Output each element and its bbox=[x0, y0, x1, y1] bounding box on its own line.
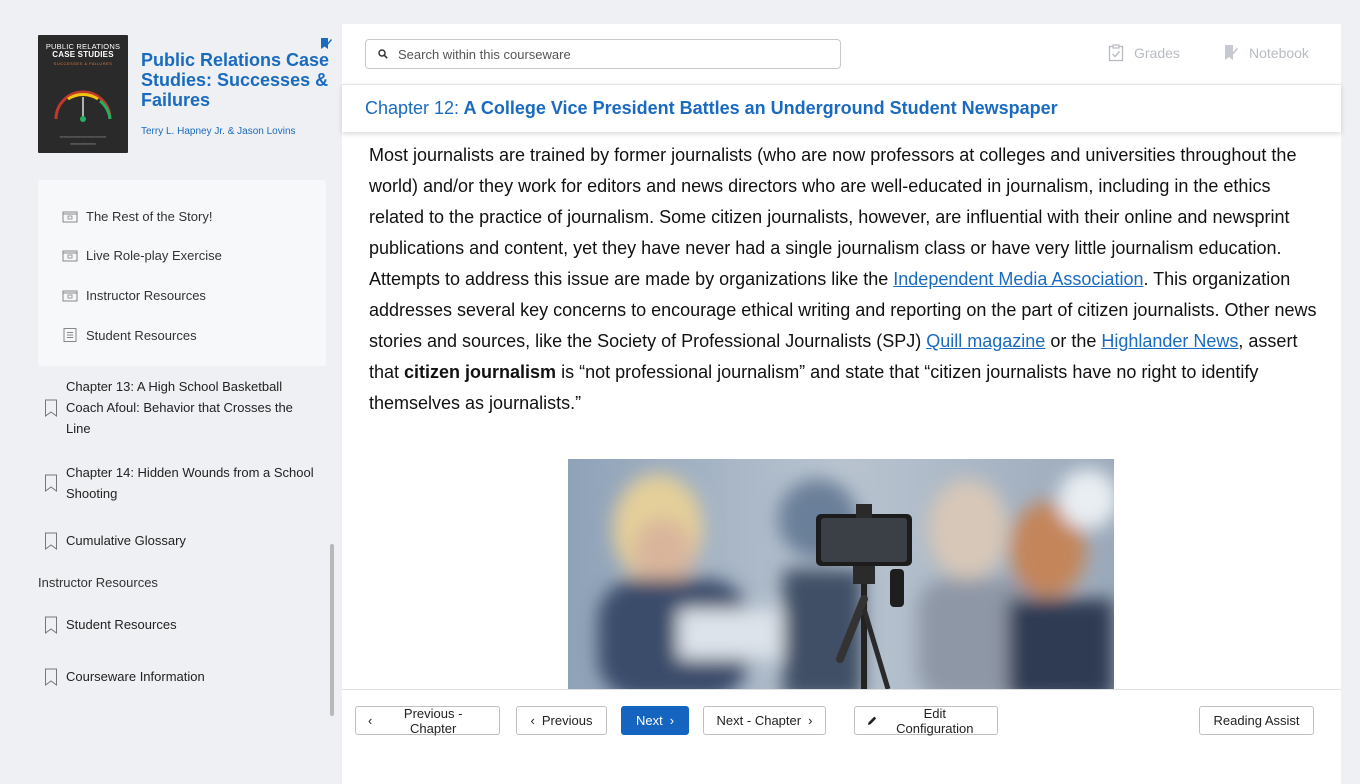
notebook-icon bbox=[1225, 45, 1238, 60]
sub-item-instructor-resources[interactable]: Instructor Resources bbox=[62, 288, 206, 303]
next-chapter-button[interactable]: Next - Chapter › bbox=[703, 706, 826, 735]
toc-chapter-13[interactable]: Chapter 13: A High School Basketball Coa… bbox=[44, 376, 314, 439]
chapter-title: A College Vice President Battles an Unde… bbox=[463, 98, 1058, 118]
bookmark-edit-icon[interactable] bbox=[319, 37, 333, 51]
toc-label: Student Resources bbox=[66, 617, 177, 632]
notebook-button[interactable]: Notebook bbox=[1223, 44, 1309, 62]
chevron-left-icon: ‹ bbox=[368, 713, 373, 728]
search-input[interactable] bbox=[398, 46, 818, 62]
bookmark-icon bbox=[45, 616, 57, 634]
folder-icon bbox=[62, 290, 78, 301]
gauge-graphic bbox=[54, 90, 112, 122]
toc-label: Cumulative Glossary bbox=[66, 533, 186, 548]
independent-media-association-link[interactable]: Independent Media Association bbox=[893, 269, 1143, 289]
sub-item-student-resources[interactable]: Student Resources bbox=[62, 327, 197, 343]
main-content-panel: Grades Notebook Chapter 12: A College Vi… bbox=[342, 24, 1341, 784]
sub-item-label: Live Role-play Exercise bbox=[86, 248, 222, 263]
sidebar: PUBLIC RELATIONS CASE STUDIES SUCCESSES … bbox=[0, 0, 342, 784]
cover-subtitle: SUCCESSES & FAILURES bbox=[53, 61, 113, 66]
folder-icon bbox=[62, 250, 78, 261]
article-photo bbox=[568, 459, 1114, 689]
toc-student-resources[interactable]: Student Resources bbox=[44, 614, 177, 635]
toc-label: Chapter 14: Hidden Wounds from a School … bbox=[66, 465, 314, 501]
sub-item-label: Instructor Resources bbox=[86, 288, 206, 303]
reading-assist-button[interactable]: Reading Assist bbox=[1199, 706, 1314, 735]
clipboard-check-icon bbox=[1108, 44, 1124, 62]
pencil-icon bbox=[867, 716, 877, 725]
cover-footer-line: ━━━━━━━━━━━━━━━━━━━━━━ bbox=[59, 135, 107, 139]
chapter-subitems-panel: The Rest of the Story! Live Role-play Ex… bbox=[38, 180, 326, 366]
highlander-news-link[interactable]: Highlander News bbox=[1101, 331, 1238, 351]
book-cover-image[interactable]: PUBLIC RELATIONS CASE STUDIES SUCCESSES … bbox=[38, 35, 128, 153]
bookmark-icon bbox=[45, 532, 57, 550]
bookmark-icon bbox=[45, 399, 57, 417]
grades-button[interactable]: Grades bbox=[1108, 44, 1180, 62]
chapter-prefix: Chapter 12: bbox=[365, 98, 460, 118]
cover-footer-line: ━━━━━━━━━━━━━━ bbox=[70, 142, 96, 146]
body-paragraph: Most journalists are trained by former j… bbox=[369, 145, 1317, 413]
grades-label: Grades bbox=[1134, 45, 1180, 61]
next-button[interactable]: Next › bbox=[621, 706, 689, 735]
previous-chapter-button[interactable]: ‹ Previous - Chapter bbox=[355, 706, 500, 736]
folder-icon bbox=[62, 211, 78, 222]
reading-text: Most journalists are trained by former j… bbox=[369, 140, 1319, 419]
toc-label: Chapter 13: A High School Basketball Coa… bbox=[66, 379, 293, 436]
book-title[interactable]: Public Relations Case Studies: Successes… bbox=[141, 50, 331, 110]
bookmark-icon bbox=[45, 668, 57, 686]
key-term: citizen journalism bbox=[404, 362, 557, 382]
toc-label: Courseware Information bbox=[66, 669, 205, 684]
book-authors: Terry L. Hapney Jr. & Jason Lovins bbox=[141, 126, 296, 137]
sub-item-rest-of-story[interactable]: The Rest of the Story! bbox=[62, 209, 212, 224]
cover-title: PUBLIC RELATIONS CASE STUDIES bbox=[45, 42, 121, 59]
edit-configuration-button[interactable]: Edit Configuration bbox=[854, 706, 998, 736]
chapter-heading: Chapter 12: A College Vice President Bat… bbox=[342, 84, 1341, 132]
previous-button[interactable]: ‹ Previous bbox=[516, 706, 607, 735]
sidebar-scrollbar[interactable] bbox=[330, 544, 334, 716]
search-box[interactable] bbox=[365, 39, 841, 69]
quill-magazine-link[interactable]: Quill magazine bbox=[926, 331, 1045, 351]
toc-courseware-information[interactable]: Courseware Information bbox=[44, 666, 205, 687]
toc-glossary[interactable]: Cumulative Glossary bbox=[44, 530, 186, 551]
press-conference-photo bbox=[568, 459, 1114, 689]
toc-chapter-14[interactable]: Chapter 14: Hidden Wounds from a School … bbox=[44, 462, 324, 504]
chevron-left-icon: ‹ bbox=[530, 713, 535, 728]
bookmark-icon bbox=[45, 474, 57, 492]
navigation-bar: ‹ Previous - Chapter ‹ Previous Next › N… bbox=[342, 689, 1341, 784]
chevron-right-icon: › bbox=[669, 713, 675, 728]
sub-item-label: Student Resources bbox=[86, 327, 197, 343]
search-icon bbox=[378, 49, 388, 59]
notebook-label: Notebook bbox=[1249, 45, 1309, 61]
toc-section-instructor-resources[interactable]: Instructor Resources bbox=[38, 575, 158, 590]
top-toolbar: Grades Notebook bbox=[342, 24, 1341, 84]
chevron-right-icon: › bbox=[808, 713, 813, 728]
sub-item-label: The Rest of the Story! bbox=[86, 209, 213, 224]
sub-item-role-play[interactable]: Live Role-play Exercise bbox=[62, 248, 222, 263]
document-icon bbox=[63, 328, 77, 342]
